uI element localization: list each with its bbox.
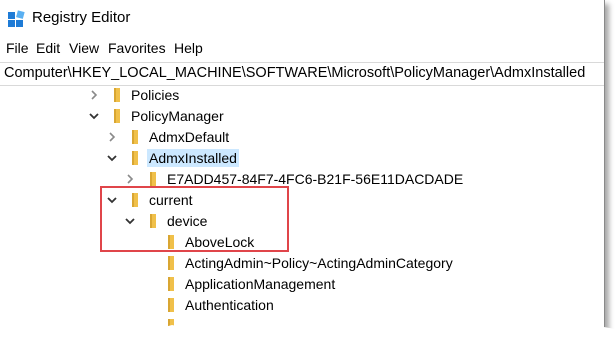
window-title: Registry Editor: [32, 9, 131, 26]
menu-edit[interactable]: Edit: [36, 40, 60, 56]
folder-icon: [126, 130, 142, 144]
chevron-down-icon[interactable]: [106, 152, 118, 164]
folder-icon: [162, 256, 178, 270]
tree-node-policies[interactable]: Policies: [88, 85, 181, 105]
address-path[interactable]: Computer\HKEY_LOCAL_MACHINE\SOFTWARE\Mic…: [4, 65, 585, 81]
folder-icon: [162, 298, 178, 312]
tree-node-policymanager[interactable]: PolicyManager: [88, 106, 226, 126]
menu-help[interactable]: Help: [174, 40, 203, 56]
annotation-highlight-box: [100, 186, 289, 252]
tree-node-applicationmanagement[interactable]: ApplicationManagement: [142, 274, 337, 294]
tree-node-label: AdmxDefault: [149, 129, 230, 145]
chevron-right-icon[interactable]: [106, 131, 118, 143]
tree-node-authentication[interactable]: Authentication: [142, 295, 276, 315]
chevron-right-icon[interactable]: [88, 89, 100, 101]
title-bar: Registry Editor: [0, 0, 604, 36]
folder-icon: [162, 277, 178, 291]
tree-node-actingadmin[interactable]: ActingAdmin~Policy~ActingAdminCategory: [142, 253, 455, 273]
tree-node-label: Policies: [131, 87, 180, 103]
tree-node-label: ActingAdmin~Policy~ActingAdminCategory: [185, 255, 453, 271]
menu-bar: File Edit View Favorites Help: [0, 38, 604, 60]
menu-favorites[interactable]: Favorites: [108, 40, 166, 56]
tree-node-label-selected: AdmxInstalled: [147, 149, 239, 167]
torn-edge-decoration: [0, 325, 615, 339]
tree-node-label: PolicyManager: [131, 108, 224, 124]
registry-editor-window: Registry Editor File Edit View Favorites…: [0, 0, 605, 333]
tree-node-admxdefault[interactable]: AdmxDefault: [106, 127, 231, 147]
chevron-right-icon[interactable]: [124, 173, 136, 185]
tree-node-label: ApplicationManagement: [185, 276, 336, 292]
menu-view[interactable]: View: [69, 40, 99, 56]
folder-icon: [144, 172, 160, 186]
folder-icon: [108, 88, 124, 102]
chevron-down-icon[interactable]: [88, 110, 100, 122]
tree-node-label: Authentication: [185, 297, 274, 313]
menu-file[interactable]: File: [6, 40, 29, 56]
folder-icon: [108, 109, 124, 123]
registry-tree[interactable]: Policies PolicyManager AdmxDefault AdmxI…: [0, 85, 604, 332]
folder-icon: [126, 151, 142, 165]
address-bar[interactable]: Computer\HKEY_LOCAL_MACHINE\SOFTWARE\Mic…: [0, 62, 604, 86]
tree-node-admxinstalled[interactable]: AdmxInstalled: [106, 148, 239, 168]
registry-editor-icon: [8, 10, 26, 28]
